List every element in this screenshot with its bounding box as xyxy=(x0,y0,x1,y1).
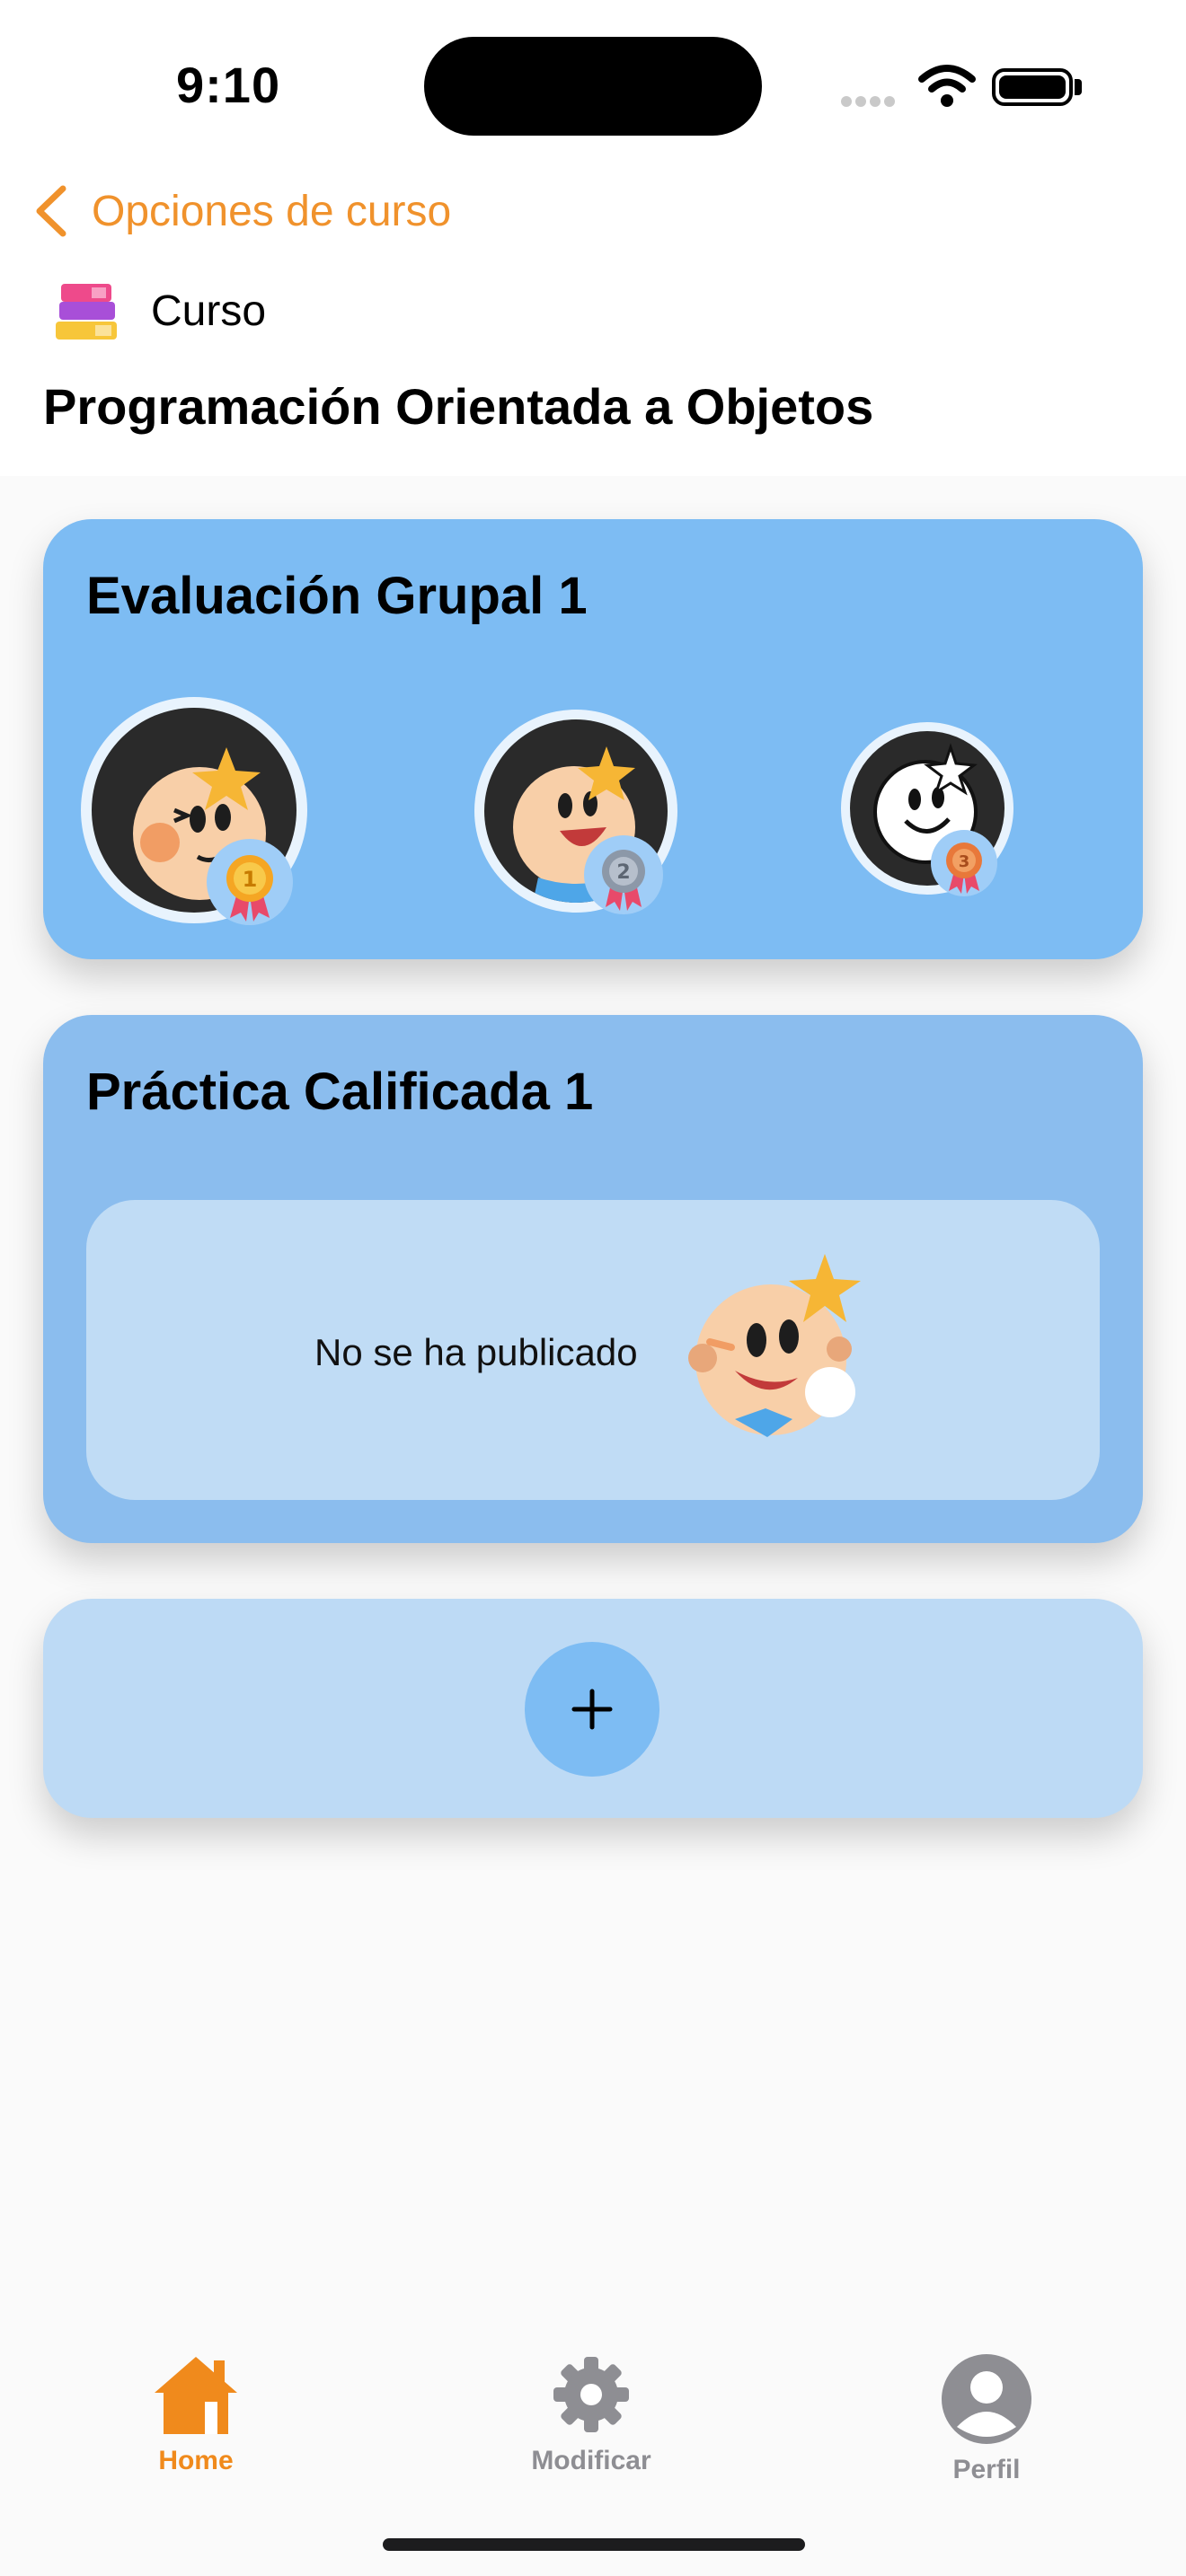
evaluation-title: Práctica Calificada 1 xyxy=(86,1063,594,1121)
battery-tip xyxy=(1075,79,1082,95)
add-evaluation-button[interactable] xyxy=(525,1642,659,1777)
add-evaluation-card xyxy=(43,1599,1143,1818)
battery-icon xyxy=(992,68,1073,106)
tab-perfil[interactable]: Perfil xyxy=(888,2353,1085,2485)
profile-icon xyxy=(942,2354,1031,2444)
chevron-left-icon xyxy=(36,185,66,237)
tab-modificar-label: Modificar xyxy=(531,2446,651,2475)
evaluation-card-group[interactable]: Evaluación Grupal 1 1 2 3 xyxy=(43,519,1143,959)
evaluation-card-practice[interactable]: Práctica Calificada 1 No se ha publicado xyxy=(43,1015,1143,1543)
home-icon xyxy=(155,2357,237,2434)
medal-gold-icon: 1 xyxy=(207,839,293,925)
tab-home[interactable]: Home xyxy=(97,2353,295,2476)
tab-modificar[interactable]: Modificar xyxy=(492,2353,690,2476)
home-indicator xyxy=(383,2538,805,2551)
medal-silver-icon: 2 xyxy=(584,835,663,914)
plus-icon xyxy=(571,1689,613,1730)
evaluation-title: Evaluación Grupal 1 xyxy=(86,567,588,625)
cellular-signal-icon xyxy=(841,95,898,111)
books-icon xyxy=(56,284,117,340)
medal-bronze-icon: 3 xyxy=(931,830,997,896)
dynamic-island xyxy=(424,37,762,136)
back-button[interactable]: Opciones de curso xyxy=(31,183,451,239)
not-published-notice: No se ha publicado xyxy=(86,1200,1100,1500)
gear-icon xyxy=(553,2357,629,2432)
svg-text:3: 3 xyxy=(959,852,970,871)
back-button-label: Opciones de curso xyxy=(92,187,452,235)
not-published-text: No se ha publicado xyxy=(314,1331,638,1373)
course-label: Curso xyxy=(151,287,267,335)
avatar-first-place[interactable]: 1 xyxy=(81,697,307,925)
character-illustration-icon xyxy=(688,1254,861,1437)
avatar-second-place[interactable]: 2 xyxy=(474,710,677,914)
status-time: 9:10 xyxy=(176,57,281,113)
svg-text:2: 2 xyxy=(616,861,630,884)
avatar-third-place[interactable]: 3 xyxy=(841,722,1013,896)
tab-perfil-label: Perfil xyxy=(952,2455,1021,2484)
course-row: Curso xyxy=(52,278,266,343)
tab-home-label: Home xyxy=(158,2446,234,2475)
page-title: Programación Orientada a Objetos xyxy=(43,378,874,435)
svg-text:1: 1 xyxy=(243,867,258,892)
wifi-icon xyxy=(918,65,976,107)
